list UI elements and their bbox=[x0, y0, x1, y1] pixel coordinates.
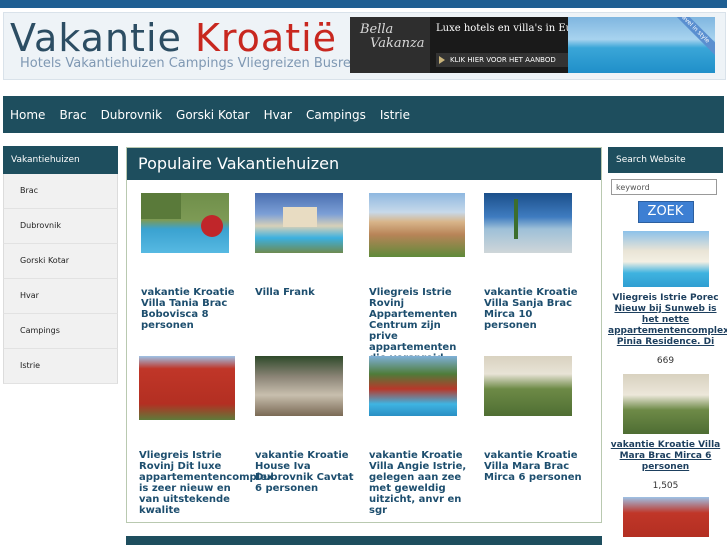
featured-item[interactable]: vakantie Kroatie Villa Mara Brac Mirca 6… bbox=[608, 374, 723, 537]
site-logo-title[interactable]: Vakantie Kroatië bbox=[10, 15, 337, 61]
search-button[interactable]: ZOEK bbox=[637, 201, 694, 223]
listing-card[interactable]: vakantie Kroatie House Iva Dubrovnik Cav… bbox=[255, 356, 365, 494]
listing-card[interactable]: Vliegreis Istrie Rovinj Dit luxe apparte… bbox=[139, 356, 273, 516]
featured-title[interactable]: Vliegreis Istrie Porec bbox=[608, 293, 723, 304]
sidebar-title: Vakantiehuizen bbox=[3, 146, 118, 174]
listing-thumbnail[interactable] bbox=[484, 193, 572, 253]
listing-card[interactable]: vakantie Kroatie Villa Angie Istrie, gel… bbox=[369, 356, 479, 516]
site-subtitle: Hotels Vakantiehuizen Campings Vliegreiz… bbox=[20, 56, 378, 71]
ad-banner[interactable]: Bella Vakanza Luxe hotels en villa's in … bbox=[350, 17, 715, 73]
featured-item[interactable]: Vliegreis Istrie Porec Nieuw bij Sunweb … bbox=[608, 231, 727, 366]
listing-thumbnail[interactable] bbox=[255, 356, 343, 416]
logo-title-part1: Vakantie bbox=[10, 16, 182, 60]
banner-pool-image: Travel in style bbox=[568, 17, 715, 73]
listing-card[interactable]: vakantie Kroatie Villa Sanja Brac Mirca … bbox=[484, 193, 594, 331]
popular-listings-title: Populaire Vakantiehuizen bbox=[127, 148, 601, 180]
banner-logo: Bella Vakanza bbox=[350, 17, 430, 73]
nav-item-brac[interactable]: Brac bbox=[52, 108, 93, 122]
sidebar-item-dubrovnik[interactable]: Dubrovnik bbox=[3, 209, 118, 244]
banner-brand-line2: Vakanza bbox=[370, 36, 425, 51]
listing-thumbnail[interactable] bbox=[255, 193, 343, 253]
featured-thumbnail[interactable] bbox=[622, 231, 709, 287]
listing-card[interactable]: vakantie Kroatie Villa Tania Brac Bobovi… bbox=[141, 193, 251, 331]
featured-thumbnail[interactable] bbox=[622, 497, 709, 537]
listing-title[interactable]: vakantie Kroatie Villa Tania Brac Bobovi… bbox=[141, 287, 245, 331]
listing-card[interactable]: vakantie Kroatie Villa Mara Brac Mirca 6… bbox=[484, 356, 594, 483]
listing-thumbnail[interactable] bbox=[141, 193, 229, 253]
listing-card[interactable]: Villa Frank bbox=[255, 193, 365, 298]
banner-ribbon: Travel in style bbox=[666, 17, 715, 56]
nav-item-dubrovnik[interactable]: Dubrovnik bbox=[94, 108, 169, 122]
listing-thumbnail[interactable] bbox=[139, 356, 235, 420]
listing-card[interactable]: Vliegreis Istrie Rovinj Appartementen Ce… bbox=[369, 193, 479, 364]
popular-listings-footer-bar bbox=[126, 536, 602, 545]
sidebar-item-brac[interactable]: Brac bbox=[3, 174, 118, 209]
search-panel: Search Website keyword ZOEK Vliegreis Is… bbox=[608, 147, 727, 537]
featured-view-count: 669 bbox=[656, 356, 675, 366]
nav-item-istrie[interactable]: Istrie bbox=[373, 108, 417, 122]
sidebar-item-campings[interactable]: Campings bbox=[3, 314, 118, 349]
nav-item-campings[interactable]: Campings bbox=[299, 108, 373, 122]
popular-listings: Populaire Vakantiehuizen vakantie Kroati… bbox=[126, 147, 602, 523]
featured-view-count: 1,505 bbox=[652, 481, 679, 491]
listing-title[interactable]: Vliegreis Istrie Rovinj Dit luxe apparte… bbox=[139, 450, 273, 516]
nav-item-gorski-kotar[interactable]: Gorski Kotar bbox=[169, 108, 257, 122]
featured-description[interactable]: vakantie Kroatie Villa Mara Brac Mirca 6… bbox=[608, 440, 723, 473]
listing-title[interactable]: vakantie Kroatie Villa Sanja Brac Mirca … bbox=[484, 287, 588, 331]
main-nav: Home Brac Dubrovnik Gorski Kotar Hvar Ca… bbox=[3, 96, 724, 133]
sidebar-item-gorski-kotar[interactable]: Gorski Kotar bbox=[3, 244, 118, 279]
banner-brand-line1: Bella bbox=[360, 22, 394, 37]
listing-thumbnail[interactable] bbox=[369, 356, 457, 416]
listing-thumbnail[interactable] bbox=[369, 193, 465, 257]
listing-title[interactable]: vakantie Kroatie Villa Angie Istrie, gel… bbox=[369, 450, 473, 516]
listing-title[interactable]: Villa Frank bbox=[255, 287, 359, 298]
featured-thumbnail[interactable] bbox=[622, 374, 709, 434]
listing-thumbnail[interactable] bbox=[484, 356, 572, 416]
top-strip bbox=[0, 0, 727, 8]
search-title: Search Website bbox=[608, 147, 723, 173]
logo-title-part2: Kroatië bbox=[194, 16, 338, 60]
listing-title[interactable]: vakantie Kroatie House Iva Dubrovnik Cav… bbox=[255, 450, 359, 494]
featured-description[interactable]: Nieuw bij Sunweb is het nette appartemen… bbox=[608, 304, 727, 348]
category-sidebar: Vakantiehuizen Brac Dubrovnik Gorski Kot… bbox=[3, 146, 118, 384]
search-input[interactable]: keyword bbox=[611, 179, 717, 195]
sidebar-item-istrie[interactable]: Istrie bbox=[3, 349, 118, 384]
banner-cta-button[interactable]: KLIK HIER VOOR HET AANBOD bbox=[436, 53, 568, 67]
nav-item-hvar[interactable]: Hvar bbox=[257, 108, 299, 122]
listing-title[interactable]: Vliegreis Istrie Rovinj Appartementen Ce… bbox=[369, 287, 473, 364]
nav-item-home[interactable]: Home bbox=[3, 108, 52, 122]
listing-title[interactable]: vakantie Kroatie Villa Mara Brac Mirca 6… bbox=[484, 450, 588, 483]
sidebar-item-hvar[interactable]: Hvar bbox=[3, 279, 118, 314]
